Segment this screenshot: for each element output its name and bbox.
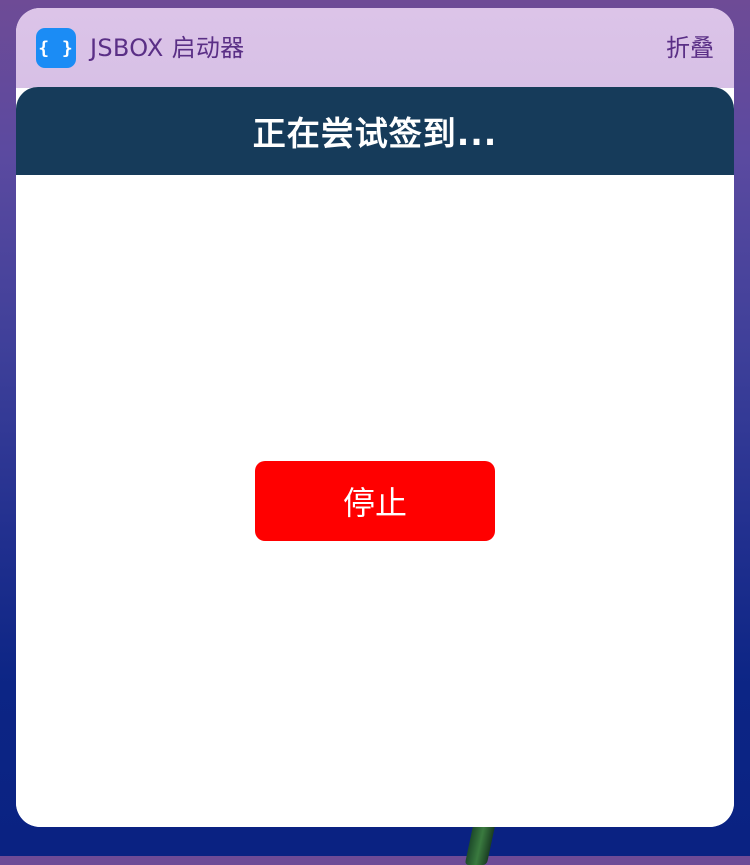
jsbox-app-icon: { }: [36, 28, 76, 68]
widget-header: { } JSBOX 启动器 折叠: [16, 8, 734, 88]
jsbox-widget: { } JSBOX 启动器 折叠 正在尝试签到... 停止: [16, 8, 734, 827]
stop-button[interactable]: 停止: [255, 461, 495, 541]
collapse-button[interactable]: 折叠: [666, 32, 714, 64]
sheet-nav-bar: 正在尝试签到...: [16, 87, 734, 175]
sheet-title: 正在尝试签到...: [252, 114, 498, 153]
script-sheet: 正在尝试签到... 停止: [16, 87, 734, 827]
widget-app-title: JSBOX 启动器: [90, 34, 245, 62]
